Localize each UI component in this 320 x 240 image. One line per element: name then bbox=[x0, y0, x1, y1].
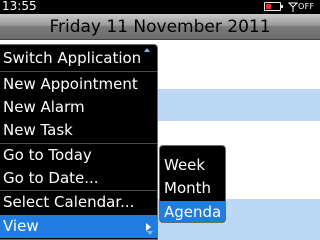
clock: 13:55 bbox=[2, 0, 37, 13]
main-menu: Switch Application New Appointment New A… bbox=[0, 44, 158, 240]
signal-label: OFF bbox=[298, 2, 315, 11]
submenu-item-week[interactable]: Week bbox=[160, 154, 225, 177]
menu-item-new-appointment[interactable]: New Appointment bbox=[0, 73, 157, 96]
menu-item-label: Go to Date... bbox=[3, 169, 99, 187]
battery-low-icon bbox=[264, 2, 283, 11]
scroll-up-icon bbox=[144, 48, 150, 52]
menu-item-label: View bbox=[3, 217, 39, 235]
scroll-down-icon bbox=[147, 231, 153, 235]
date-title: Friday 11 November 2011 bbox=[49, 17, 271, 37]
menu-item-go-to-today[interactable]: Go to Today bbox=[0, 144, 157, 167]
submenu-item-label: Month bbox=[164, 179, 212, 197]
menu-item-select-calendar[interactable]: Select Calendar... bbox=[0, 191, 157, 214]
menu-item-go-to-date[interactable]: Go to Date... bbox=[0, 167, 157, 190]
date-header: Friday 11 November 2011 bbox=[0, 14, 320, 40]
menu-item-view[interactable]: View bbox=[0, 215, 157, 238]
submenu-item-label: Week bbox=[164, 156, 206, 174]
view-submenu: Week Month Agenda bbox=[159, 145, 226, 223]
menu-item-new-alarm[interactable]: New Alarm bbox=[0, 96, 157, 119]
chevron-right-icon bbox=[146, 223, 151, 231]
menu-item-new-task[interactable]: New Task bbox=[0, 119, 157, 142]
submenu-item-label: Agenda bbox=[164, 203, 222, 221]
menu-item-label: New Appointment bbox=[3, 75, 138, 93]
menu-item-label: Go to Today bbox=[3, 146, 92, 164]
menu-divider bbox=[0, 71, 157, 72]
menu-item-label: New Task bbox=[3, 121, 73, 139]
antenna-off-icon bbox=[288, 2, 298, 12]
submenu-item-month[interactable]: Month bbox=[160, 177, 225, 200]
menu-item-label: New Alarm bbox=[3, 98, 85, 116]
submenu-item-agenda[interactable]: Agenda bbox=[160, 201, 225, 222]
menu-item-label: Switch Application bbox=[3, 49, 142, 67]
battery-level bbox=[266, 4, 271, 9]
status-bar: 13:55 OFF bbox=[0, 0, 320, 14]
menu-item-label: Select Calendar... bbox=[3, 193, 135, 211]
menu-item-switch-application[interactable]: Switch Application bbox=[0, 47, 157, 70]
